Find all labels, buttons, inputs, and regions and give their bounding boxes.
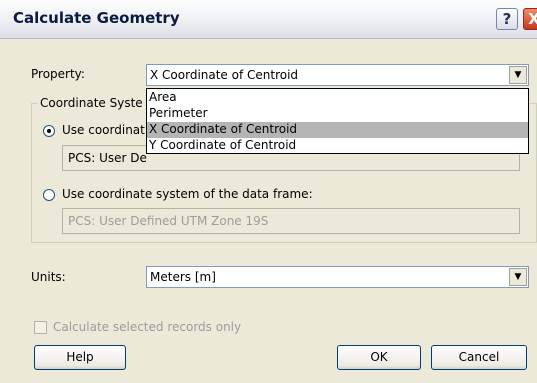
property-option-y-centroid[interactable]: Y Coordinate of Centroid [147, 138, 528, 154]
selected-records-only-label: Calculate selected records only [53, 320, 242, 334]
chevron-down-icon[interactable]: ▼ [509, 268, 527, 286]
help-button[interactable]: Help [34, 345, 126, 370]
radio-selected-dot [47, 129, 51, 133]
property-selected-value: X Coordinate of Centroid [150, 68, 299, 82]
property-option-perimeter[interactable]: Perimeter [147, 106, 528, 122]
chevron-down-icon[interactable]: ▼ [509, 66, 527, 84]
coordinate-system-group-label: Coordinate Syste [37, 96, 146, 110]
selected-records-only-checkbox[interactable] [34, 321, 47, 334]
units-label: Units: [31, 270, 66, 284]
use-source-coordinate-radio[interactable] [43, 125, 55, 137]
units-select[interactable]: Meters [m] ▼ [146, 266, 529, 288]
units-selected-value: Meters [m] [150, 270, 216, 284]
cancel-button[interactable]: Cancel [431, 345, 527, 370]
property-dropdown-list: Area Perimeter X Coordinate of Centroid … [146, 88, 529, 154]
property-label: Property: [31, 67, 85, 81]
use-source-coordinate-label: Use coordinat [62, 123, 145, 137]
source-coordinate-system-value: PCS: User De [68, 151, 147, 165]
close-button[interactable]: X [523, 8, 537, 30]
property-option-x-centroid[interactable]: X Coordinate of Centroid [147, 122, 528, 138]
calculate-geometry-dialog: Calculate Geometry ? X Property: X Coord… [0, 0, 537, 383]
property-option-area[interactable]: Area [147, 90, 528, 106]
ok-button[interactable]: OK [337, 345, 421, 370]
dialog-title: Calculate Geometry [13, 9, 180, 27]
frame-coordinate-system-field: PCS: User Defined UTM Zone 19S [62, 208, 520, 234]
use-frame-coordinate-label: Use coordinate system of the data frame: [62, 187, 313, 201]
use-frame-coordinate-radio[interactable] [43, 189, 55, 201]
property-select[interactable]: X Coordinate of Centroid ▼ [146, 64, 529, 86]
context-help-button[interactable]: ? [496, 8, 518, 30]
frame-coordinate-system-value: PCS: User Defined UTM Zone 19S [68, 214, 269, 228]
title-bar[interactable]: Calculate Geometry ? X [0, 0, 537, 39]
